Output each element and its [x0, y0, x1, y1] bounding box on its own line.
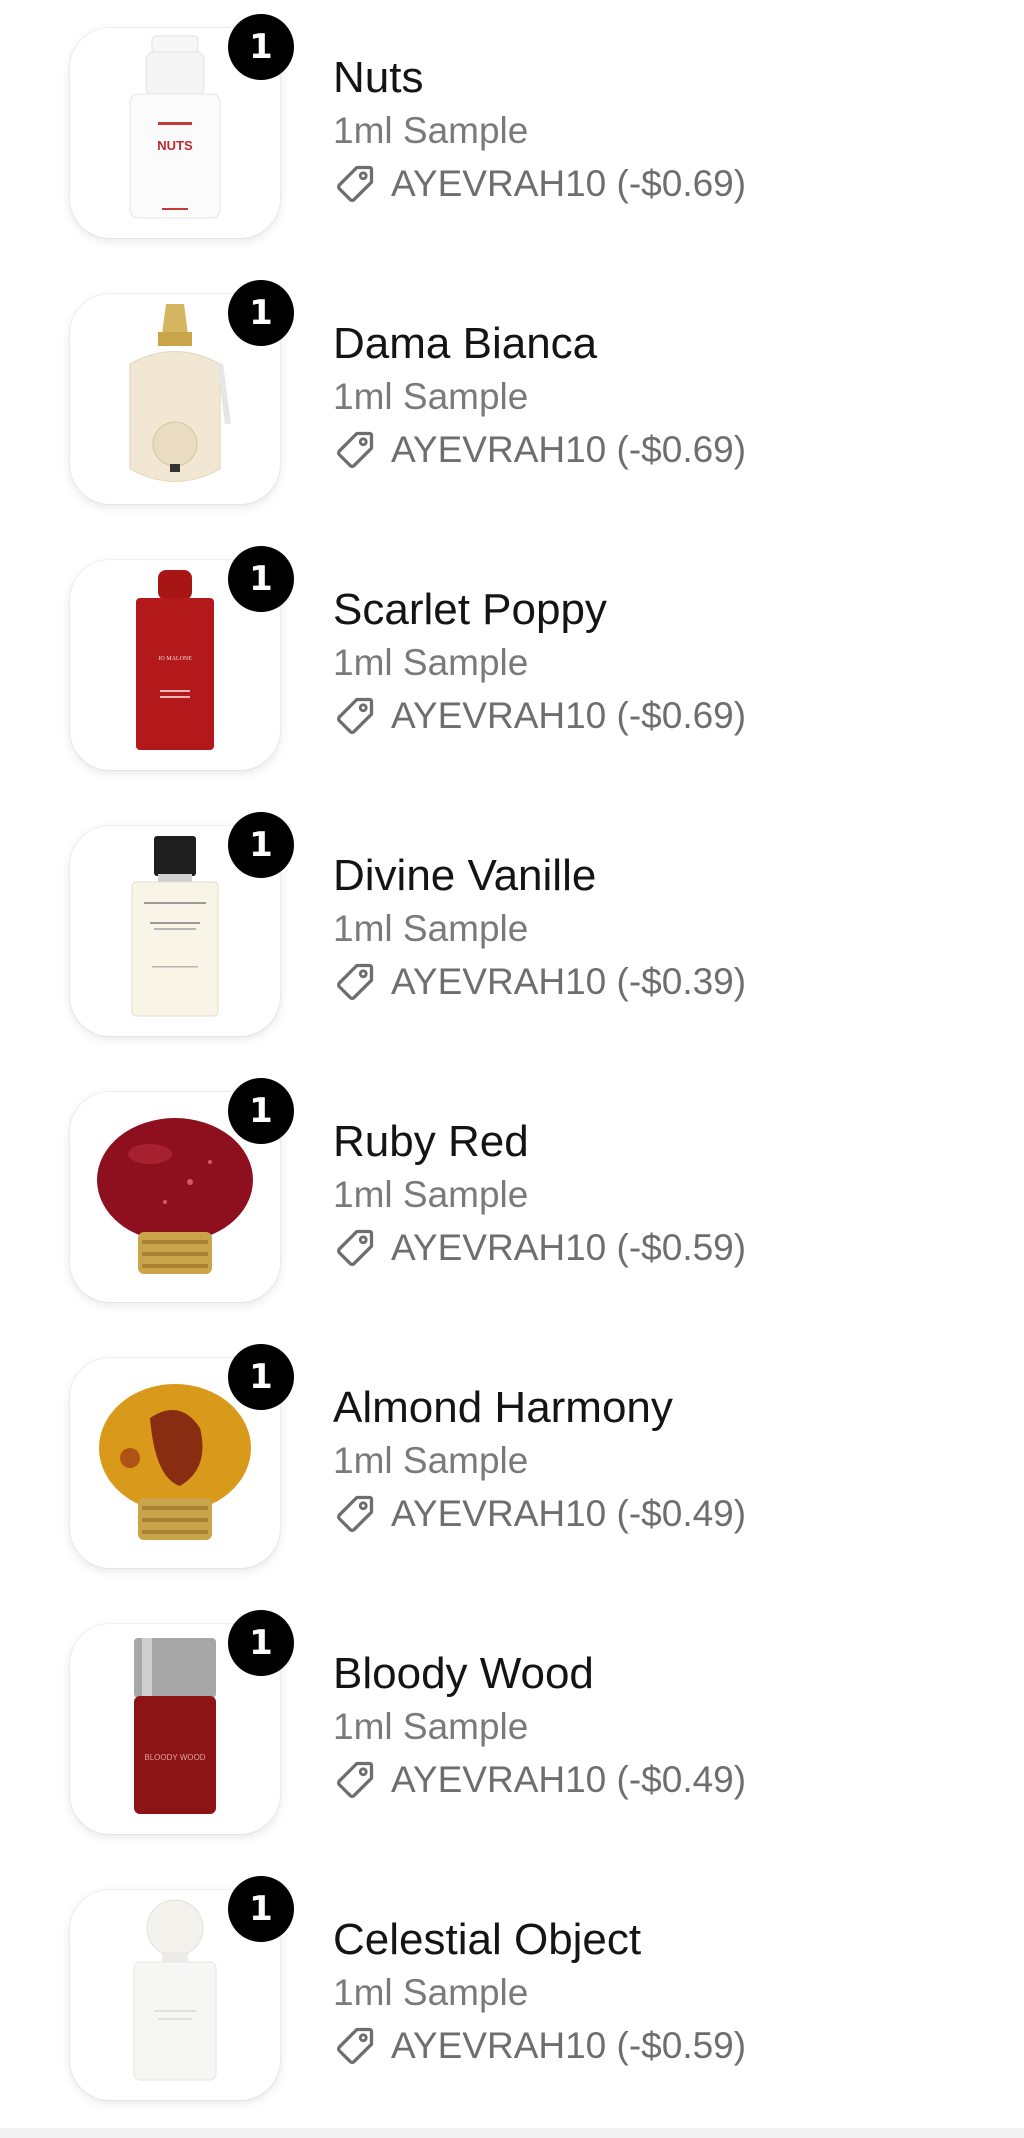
tag-icon [337, 697, 374, 734]
item-info: Dama Bianca 1ml Sample AYEVRAH10 (-$0.69… [333, 316, 746, 478]
item-info: Celestial Object 1ml Sample AYEVRAH10 (-… [333, 1912, 746, 2074]
item-name[interactable]: Nuts [333, 50, 746, 106]
tag-icon [337, 1761, 374, 1798]
item-name[interactable]: Ruby Red [333, 1114, 746, 1170]
discount-code: AYEVRAH10 (-$0.49) [333, 1752, 746, 1808]
cart-item[interactable]: 1 Ruby Red 1ml Sample AYEVRAH10 (-$0.59) [0, 1064, 1024, 1304]
cart-item[interactable]: 1 Divine Vanille 1ml Sample AYEVRAH10 (-… [0, 798, 1024, 1038]
discount-code: AYEVRAH10 (-$0.69) [333, 156, 746, 212]
quantity-badge: 1 [228, 1610, 294, 1676]
item-info: Ruby Red 1ml Sample AYEVRAH10 (-$0.59) [333, 1114, 746, 1276]
discount-code: AYEVRAH10 (-$0.39) [333, 954, 746, 1010]
quantity-badge: 1 [228, 812, 294, 878]
item-variant: 1ml Sample [333, 1706, 529, 1747]
discount-text: AYEVRAH10 (-$0.49) [391, 1493, 747, 1534]
svg-text:BLOODY WOOD: BLOODY WOOD [144, 1753, 205, 1762]
cart-item[interactable]: JO MALONE 1 Scarlet Poppy 1ml Sample AYE… [0, 532, 1024, 772]
bottom-divider [0, 2128, 1024, 2138]
tag-icon [337, 1495, 374, 1532]
cart-item[interactable]: BLOODY WOOD 1 Bloody Wood 1ml Sample AYE… [0, 1596, 1024, 1836]
discount-text: AYEVRAH10 (-$0.59) [391, 2025, 747, 2066]
item-info: Almond Harmony 1ml Sample AYEVRAH10 (-$0… [333, 1380, 746, 1542]
tag-icon [337, 1229, 374, 1266]
tag-icon [337, 2027, 374, 2064]
discount-text: AYEVRAH10 (-$0.59) [391, 1227, 747, 1268]
discount-code: AYEVRAH10 (-$0.59) [333, 2018, 746, 2074]
item-name[interactable]: Almond Harmony [333, 1380, 746, 1436]
svg-text:JO MALONE: JO MALONE [158, 656, 192, 662]
item-info: Nuts 1ml Sample AYEVRAH10 (-$0.69) [333, 50, 746, 212]
discount-code: AYEVRAH10 (-$0.69) [333, 422, 746, 478]
discount-code: AYEVRAH10 (-$0.69) [333, 688, 746, 744]
discount-code: AYEVRAH10 (-$0.59) [333, 1220, 746, 1276]
item-name[interactable]: Celestial Object [333, 1912, 746, 1968]
item-variant: 1ml Sample [333, 110, 529, 151]
item-variant: 1ml Sample [333, 1972, 529, 2013]
tag-icon [337, 431, 374, 468]
cart-item[interactable]: NUTS 1 Nuts 1ml Sample AYEVRAH10 (-$0.69… [0, 0, 1024, 240]
item-variant: 1ml Sample [333, 642, 529, 683]
discount-text: AYEVRAH10 (-$0.39) [391, 961, 747, 1002]
cart-item[interactable]: 1 Dama Bianca 1ml Sample AYEVRAH10 (-$0.… [0, 266, 1024, 506]
item-name[interactable]: Scarlet Poppy [333, 582, 746, 638]
quantity-badge: 1 [228, 546, 294, 612]
quantity-badge: 1 [228, 1344, 294, 1410]
cart-item[interactable]: 1 Almond Harmony 1ml Sample AYEVRAH10 (-… [0, 1330, 1024, 1570]
discount-text: AYEVRAH10 (-$0.69) [391, 695, 747, 736]
item-name[interactable]: Divine Vanille [333, 848, 746, 904]
quantity-badge: 1 [228, 14, 294, 80]
discount-text: AYEVRAH10 (-$0.69) [391, 429, 747, 470]
item-variant: 1ml Sample [333, 1174, 529, 1215]
discount-text: AYEVRAH10 (-$0.49) [391, 1759, 747, 1800]
svg-text:NUTS: NUTS [157, 138, 193, 153]
quantity-badge: 1 [228, 280, 294, 346]
item-variant: 1ml Sample [333, 1440, 529, 1481]
item-info: Divine Vanille 1ml Sample AYEVRAH10 (-$0… [333, 848, 746, 1010]
discount-code: AYEVRAH10 (-$0.49) [333, 1486, 746, 1542]
item-name[interactable]: Bloody Wood [333, 1646, 746, 1702]
item-info: Bloody Wood 1ml Sample AYEVRAH10 (-$0.49… [333, 1646, 746, 1808]
cart-item[interactable]: 1 Celestial Object 1ml Sample AYEVRAH10 … [0, 1862, 1024, 2102]
quantity-badge: 1 [228, 1078, 294, 1144]
tag-icon [337, 963, 374, 1000]
item-variant: 1ml Sample [333, 908, 529, 949]
tag-icon [337, 165, 374, 202]
item-name[interactable]: Dama Bianca [333, 316, 746, 372]
discount-text: AYEVRAH10 (-$0.69) [391, 163, 747, 204]
quantity-badge: 1 [228, 1876, 294, 1942]
item-info: Scarlet Poppy 1ml Sample AYEVRAH10 (-$0.… [333, 582, 746, 744]
item-variant: 1ml Sample [333, 376, 529, 417]
